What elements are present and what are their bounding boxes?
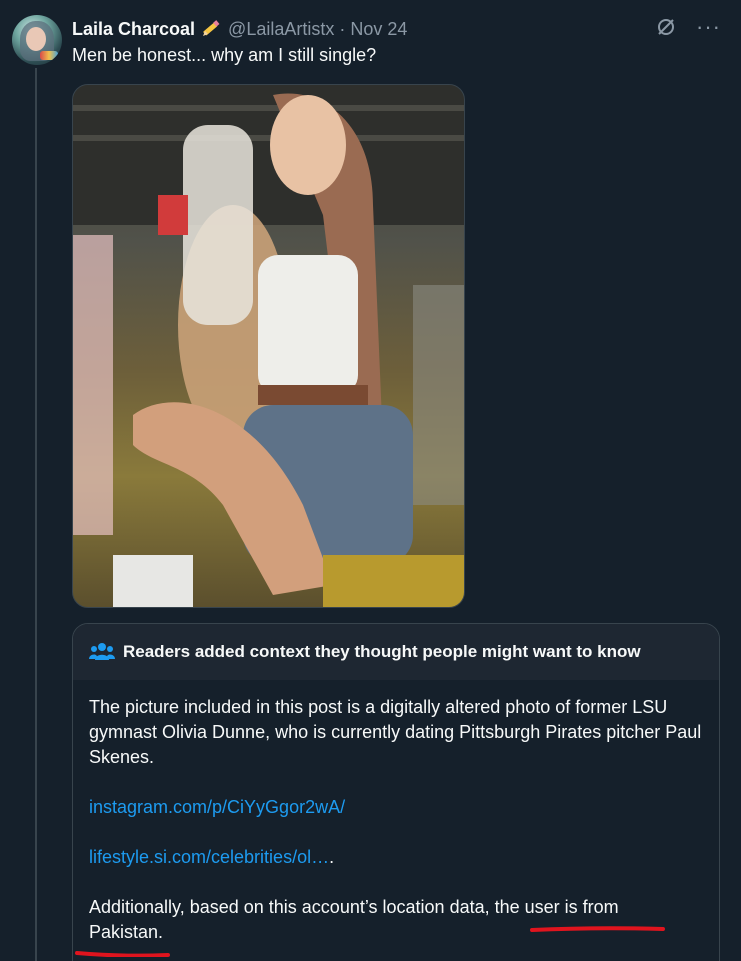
avatar-palette [40,51,58,60]
note-paragraph-location: Additionally, based on this account’s lo… [75,895,703,957]
note-location-text-3: Pakistan [89,922,159,942]
note-location-text-1: Additionally, based on this account’s lo… [89,897,495,917]
community-note-header: Readers added context they thought peopl… [73,624,719,680]
red-underline-annotation-2 [75,951,170,957]
date-separator: · [339,18,346,39]
tweet-header: Laila Charcoal @LailaArtistx · Nov 24 ··… [72,16,721,41]
author-name[interactable]: Laila Charcoal [72,19,195,40]
red-underline-annotation [530,926,665,932]
author-handle[interactable]: @LailaArtistx [228,19,334,40]
tweet-date[interactable]: Nov 24 [350,19,407,40]
grok-icon[interactable] [656,17,676,37]
note-link-instagram[interactable]: instagram.com/p/CiYyGgor2wA/ [89,797,345,817]
tweet[interactable]: Laila Charcoal @LailaArtistx · Nov 24 ··… [0,0,741,961]
community-note: Readers added context they thought peopl… [72,623,720,961]
avatar[interactable] [12,15,62,65]
more-icon[interactable]: ··· [696,16,721,38]
note-link-lifestyle[interactable]: lifestyle.si.com/celebrities/ol… [89,847,329,867]
note-link-row-1: instagram.com/p/CiYyGgor2wA/ [89,795,703,820]
note-paragraph-1: The picture included in this post is a d… [89,697,702,767]
pencil-icon [203,20,220,36]
tweet-photo[interactable] [72,84,465,608]
photo-illustration [73,85,464,607]
community-note-title: Readers added context they thought peopl… [123,642,641,661]
thread-line [35,68,37,961]
note-location-text-4: . [158,922,164,942]
community-note-body: The picture included in this post is a d… [73,680,719,957]
tweet-actions: ··· [656,16,721,38]
note-location-text-2: the user is from [494,897,619,917]
note-link-row-2: lifestyle.si.com/celebrities/ol…. [89,845,703,870]
note-link-suffix: . [329,847,335,867]
tweet-text: Men be honest... why am I still single? [72,45,377,65]
avatar-face [26,27,46,51]
people-icon [89,643,115,660]
